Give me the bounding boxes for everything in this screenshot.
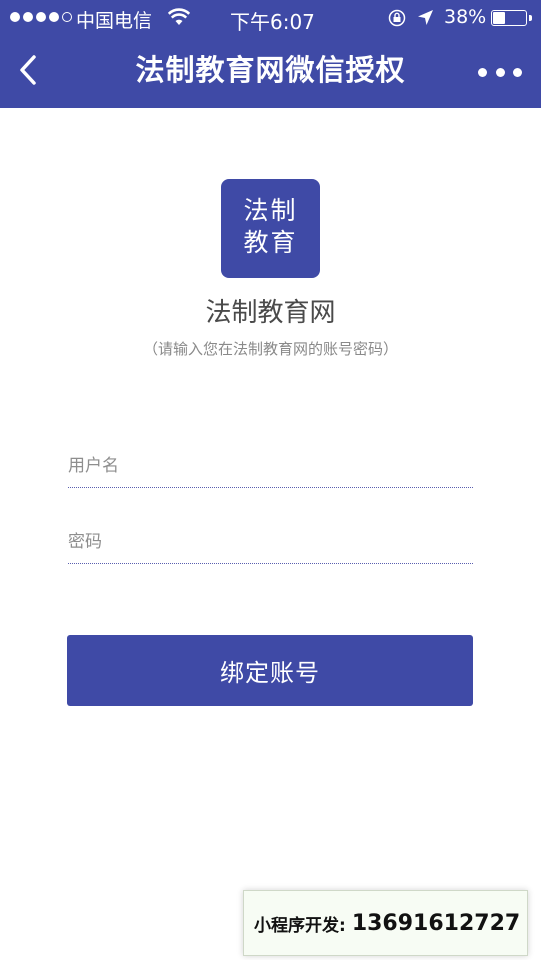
page-title: 法制教育网微信授权 — [135, 53, 406, 87]
logo-text-line2: 教育 — [243, 228, 298, 257]
more-dots-icon — [478, 67, 487, 77]
developer-label: 小程序开发: — [254, 915, 346, 936]
developer-phone: 13691612727 — [351, 910, 521, 936]
username-input[interactable] — [68, 444, 473, 487]
logo-text-line1: 法制 — [243, 196, 298, 225]
rotation-lock-icon — [388, 9, 406, 27]
brand-logo: 法制 教育 — [221, 179, 320, 278]
chevron-left-icon — [20, 55, 36, 85]
back-button[interactable] — [14, 52, 44, 88]
clock: 下午6:07 — [230, 10, 315, 34]
wifi-icon — [168, 8, 190, 25]
app-header: 中国电信 下午6:07 38% 法制教育网微信授权 — [0, 0, 541, 108]
site-name: 法制教育网 — [205, 298, 336, 328]
battery-tip — [529, 15, 532, 21]
password-field-container — [68, 520, 473, 564]
username-field-container — [68, 444, 473, 488]
more-button[interactable] — [478, 62, 522, 82]
battery-level-fill — [493, 12, 505, 24]
battery-icon — [491, 10, 527, 26]
login-hint: （请输入您在法制教育网的账号密码） — [142, 340, 398, 358]
signal-strength-icon — [10, 12, 72, 22]
password-input[interactable] — [68, 520, 473, 563]
location-arrow-icon — [418, 10, 433, 25]
carrier-name: 中国电信 — [76, 10, 153, 32]
bind-account-button[interactable]: 绑定账号 — [67, 635, 473, 706]
status-bar: 中国电信 下午6:07 38% — [0, 0, 541, 34]
battery-percent: 38% — [444, 6, 487, 28]
developer-contact-badge: 小程序开发: 13691612727 — [243, 890, 528, 956]
